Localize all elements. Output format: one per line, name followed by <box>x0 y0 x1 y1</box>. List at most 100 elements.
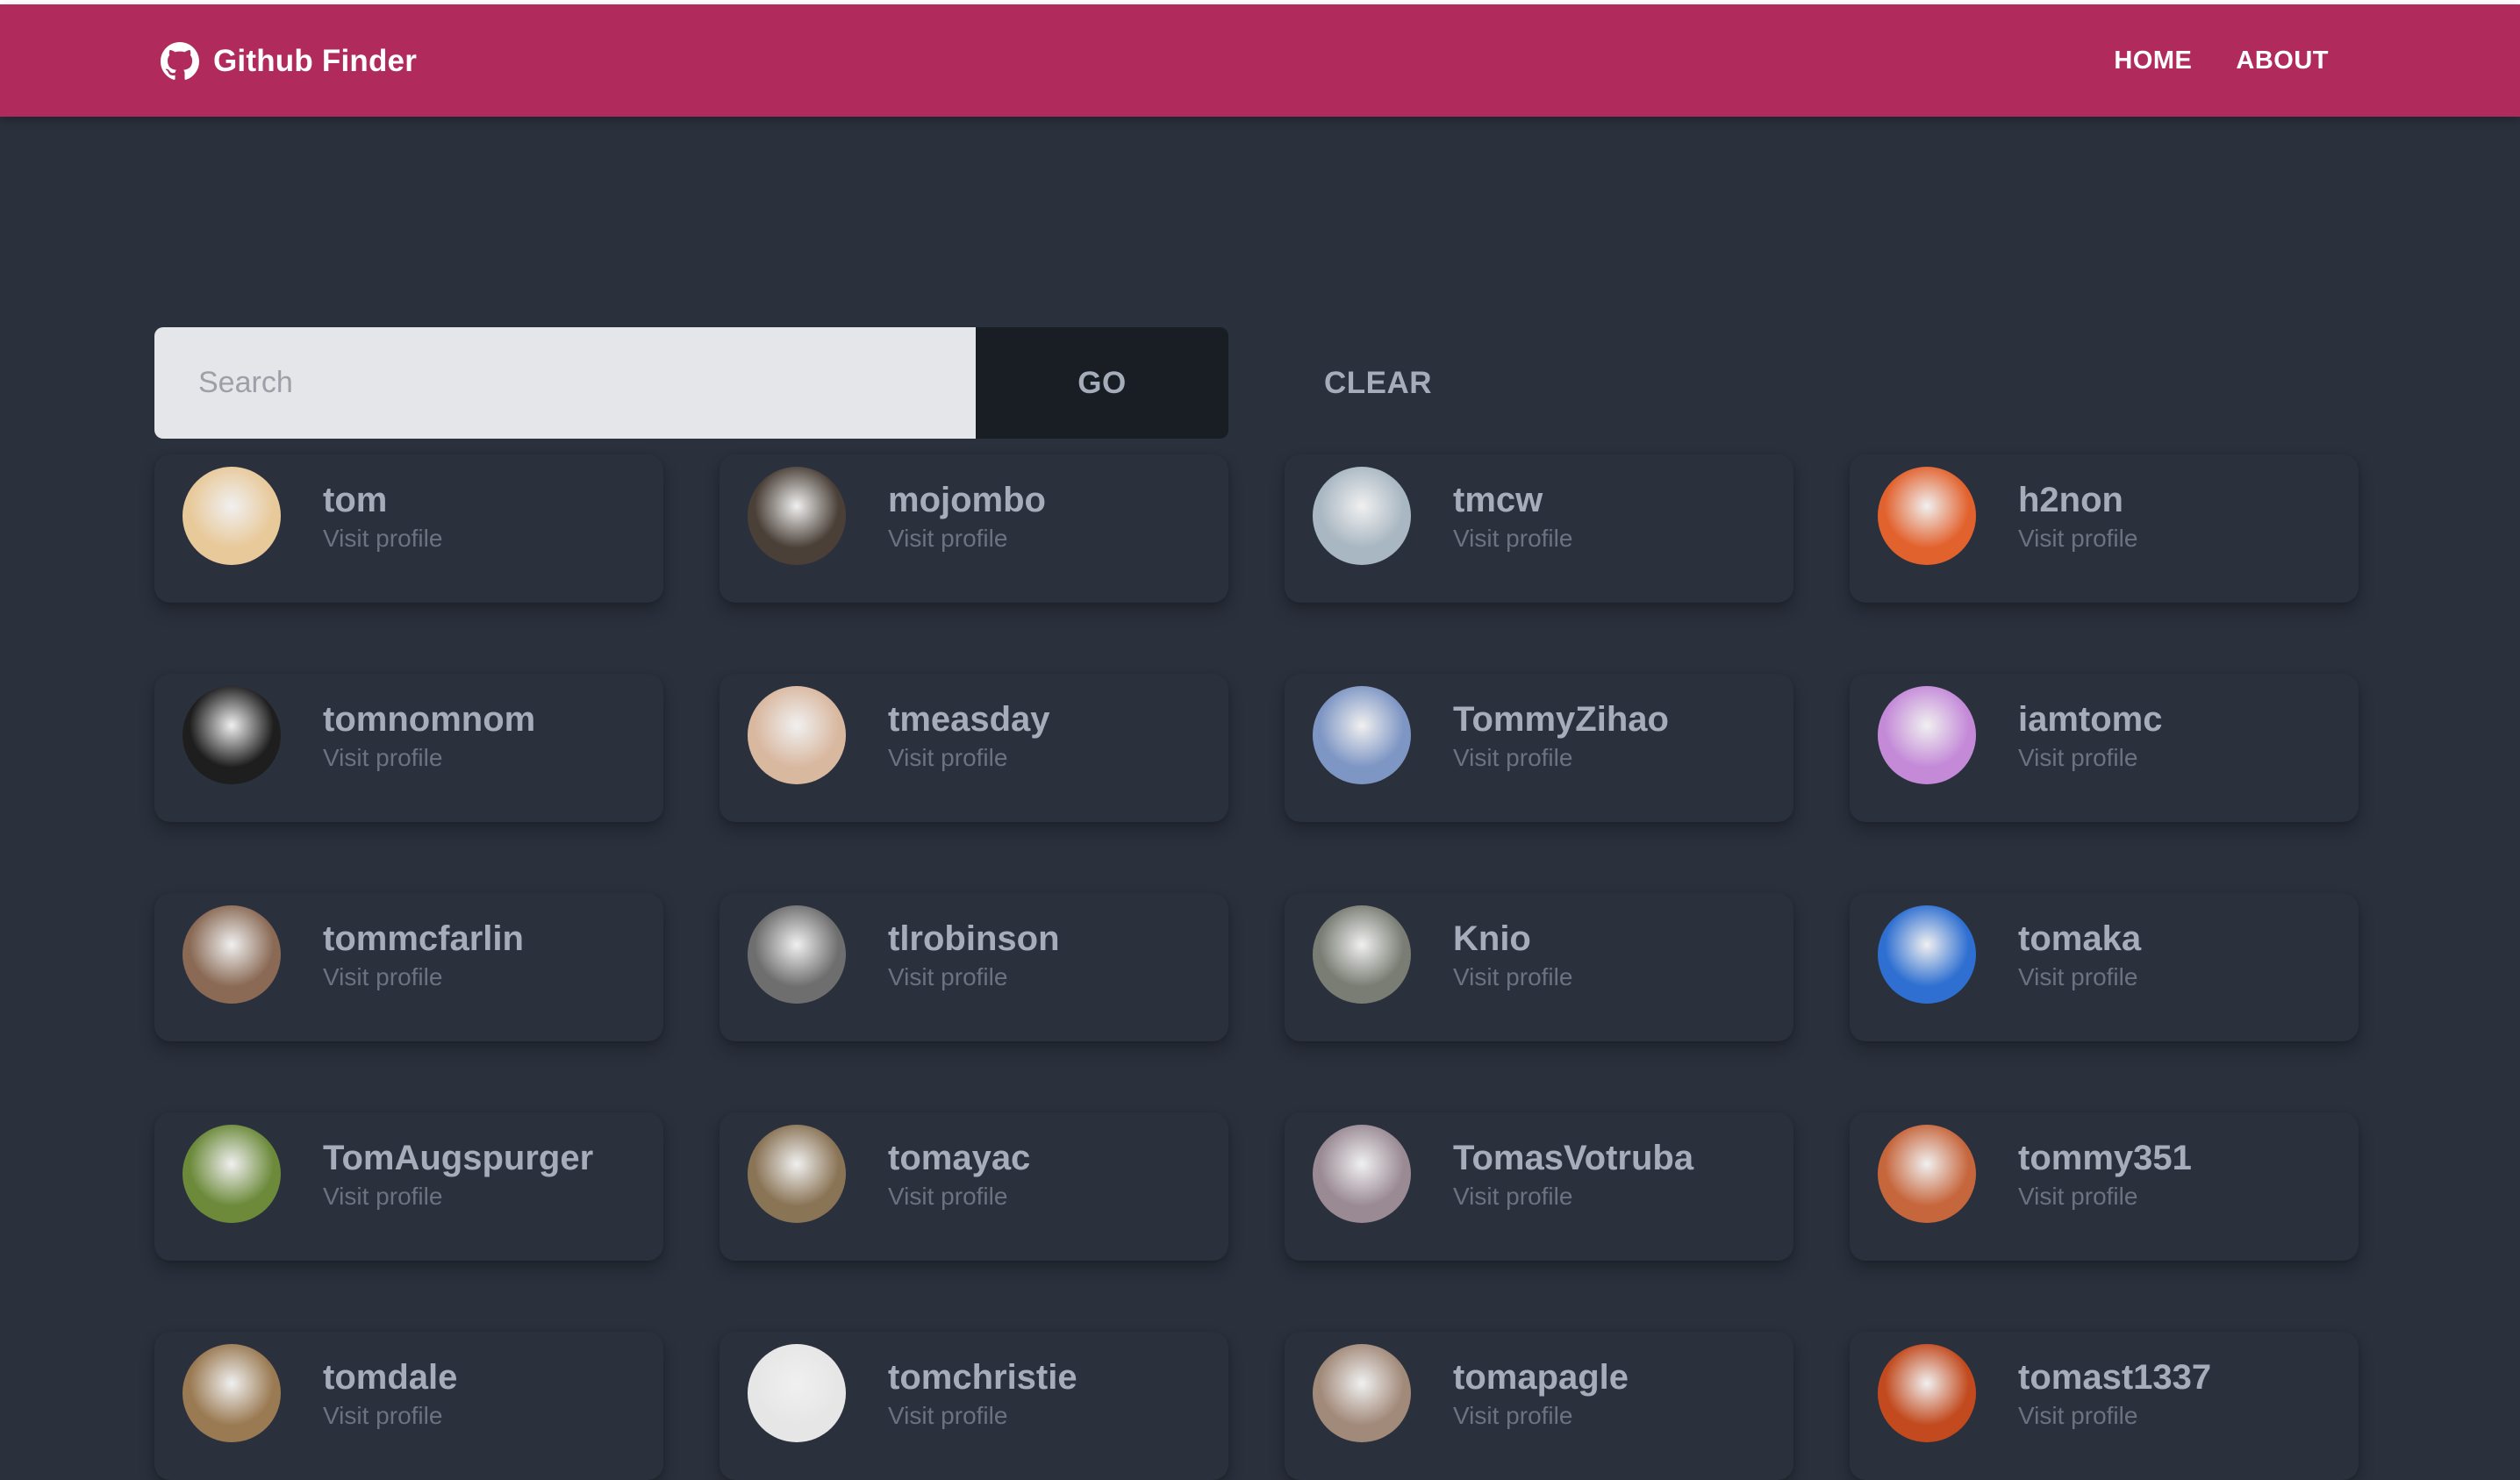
clear-button[interactable]: CLEAR <box>1297 327 1459 439</box>
user-login: tommcfarlin <box>323 919 524 958</box>
user-card: tomdale Visit profile <box>154 1332 663 1480</box>
user-avatar <box>1313 467 1411 565</box>
user-info: iamtomc Visit profile <box>2018 700 2163 774</box>
user-info: h2non Visit profile <box>2018 481 2137 554</box>
user-info: tomdale Visit profile <box>323 1358 457 1432</box>
user-info: tmcw Visit profile <box>1453 481 1572 554</box>
user-card: tomast1337 Visit profile <box>1850 1332 2359 1480</box>
user-avatar <box>1313 1344 1411 1442</box>
visit-profile-link[interactable]: Visit profile <box>2018 962 2141 993</box>
user-login: tomayac <box>888 1139 1031 1177</box>
user-card: tmeasday Visit profile <box>719 674 1228 822</box>
user-avatar <box>1878 467 1976 565</box>
visit-profile-link[interactable]: Visit profile <box>323 962 524 993</box>
nav-about-link[interactable]: ABOUT <box>2236 46 2329 75</box>
user-login: TommyZihao <box>1453 700 1669 739</box>
user-avatar <box>1878 1125 1976 1223</box>
user-info: TommyZihao Visit profile <box>1453 700 1669 774</box>
user-info: TomAugspurger Visit profile <box>323 1139 593 1212</box>
user-avatar <box>748 467 846 565</box>
navbar: Github Finder HOME ABOUT <box>0 4 2520 117</box>
user-card: Knio Visit profile <box>1285 893 1793 1041</box>
visit-profile-link[interactable]: Visit profile <box>323 742 535 774</box>
user-login: tomchristie <box>888 1358 1077 1397</box>
user-info: mojombo Visit profile <box>888 481 1046 554</box>
user-avatar <box>1878 905 1976 1004</box>
visit-profile-link[interactable]: Visit profile <box>888 1181 1030 1212</box>
user-avatar <box>1878 1344 1976 1442</box>
visit-profile-link[interactable]: Visit profile <box>888 962 1060 993</box>
user-card: TomasVotruba Visit profile <box>1285 1112 1793 1261</box>
user-info: TomasVotruba Visit profile <box>1453 1139 1693 1212</box>
user-avatar <box>1313 686 1411 784</box>
user-info: tomast1337 Visit profile <box>2018 1358 2211 1432</box>
user-info: tomayac Visit profile <box>888 1139 1030 1212</box>
user-login: tmcw <box>1453 481 1543 519</box>
visit-profile-link[interactable]: Visit profile <box>888 1400 1077 1432</box>
user-login: Knio <box>1453 919 1531 958</box>
user-avatar <box>1878 686 1976 784</box>
user-info: tomapagle Visit profile <box>1453 1358 1629 1432</box>
visit-profile-link[interactable]: Visit profile <box>1453 1181 1693 1212</box>
visit-profile-link[interactable]: Visit profile <box>1453 742 1669 774</box>
user-login: tomast1337 <box>2018 1358 2212 1397</box>
user-login: iamtomc <box>2018 700 2163 739</box>
user-avatar <box>183 1344 281 1442</box>
user-card: tommcfarlin Visit profile <box>154 893 663 1041</box>
search-form: GO <box>154 327 1228 439</box>
user-avatar <box>183 686 281 784</box>
visit-profile-link[interactable]: Visit profile <box>1453 1400 1629 1432</box>
user-info: tom Visit profile <box>323 481 442 554</box>
visit-profile-link[interactable]: Visit profile <box>888 523 1046 554</box>
user-card: tmcw Visit profile <box>1285 454 1793 603</box>
user-avatar <box>1313 1125 1411 1223</box>
search-input[interactable] <box>154 327 976 439</box>
user-card: TommyZihao Visit profile <box>1285 674 1793 822</box>
user-avatar <box>748 905 846 1004</box>
visit-profile-link[interactable]: Visit profile <box>323 523 442 554</box>
visit-profile-link[interactable]: Visit profile <box>888 742 1050 774</box>
user-login: tlrobinson <box>888 919 1060 958</box>
user-info: tlrobinson Visit profile <box>888 919 1060 993</box>
user-login: tommy351 <box>2018 1139 2192 1177</box>
brand-title: Github Finder <box>213 44 418 78</box>
user-info: Knio Visit profile <box>1453 919 1572 993</box>
user-card: tomnomnom Visit profile <box>154 674 663 822</box>
user-card: tomchristie Visit profile <box>719 1332 1228 1480</box>
user-card: tomapagle Visit profile <box>1285 1332 1793 1480</box>
nav-links: HOME ABOUT <box>2114 46 2329 75</box>
user-avatar <box>183 1125 281 1223</box>
user-card: mojombo Visit profile <box>719 454 1228 603</box>
user-avatar <box>748 686 846 784</box>
nav-home-link[interactable]: HOME <box>2114 46 2192 75</box>
user-card: iamtomc Visit profile <box>1850 674 2359 822</box>
visit-profile-link[interactable]: Visit profile <box>2018 742 2163 774</box>
user-card: tomayac Visit profile <box>719 1112 1228 1261</box>
go-button[interactable]: GO <box>976 327 1228 439</box>
user-login: tom <box>323 481 388 519</box>
visit-profile-link[interactable]: Visit profile <box>1453 962 1572 993</box>
user-card: tom Visit profile <box>154 454 663 603</box>
user-login: mojombo <box>888 481 1046 519</box>
brand[interactable]: Github Finder <box>161 41 417 82</box>
user-login: tmeasday <box>888 700 1050 739</box>
user-results-grid: tom Visit profile mojombo Visit profile tmcw… <box>154 454 2359 1480</box>
user-login: tomdale <box>323 1358 458 1397</box>
visit-profile-link[interactable]: Visit profile <box>2018 1400 2211 1432</box>
user-card: h2non Visit profile <box>1850 454 2359 603</box>
user-avatar <box>183 905 281 1004</box>
user-login: tomapagle <box>1453 1358 1629 1397</box>
visit-profile-link[interactable]: Visit profile <box>2018 1181 2192 1212</box>
visit-profile-link[interactable]: Visit profile <box>323 1400 457 1432</box>
user-info: tomnomnom Visit profile <box>323 700 535 774</box>
user-card: tomaka Visit profile <box>1850 893 2359 1041</box>
visit-profile-link[interactable]: Visit profile <box>1453 523 1572 554</box>
visit-profile-link[interactable]: Visit profile <box>323 1181 593 1212</box>
user-avatar <box>748 1344 846 1442</box>
user-card: tlrobinson Visit profile <box>719 893 1228 1041</box>
user-login: TomasVotruba <box>1453 1139 1694 1177</box>
user-login: tomnomnom <box>323 700 536 739</box>
github-icon <box>161 42 199 80</box>
user-info: tomchristie Visit profile <box>888 1358 1077 1432</box>
visit-profile-link[interactable]: Visit profile <box>2018 523 2137 554</box>
